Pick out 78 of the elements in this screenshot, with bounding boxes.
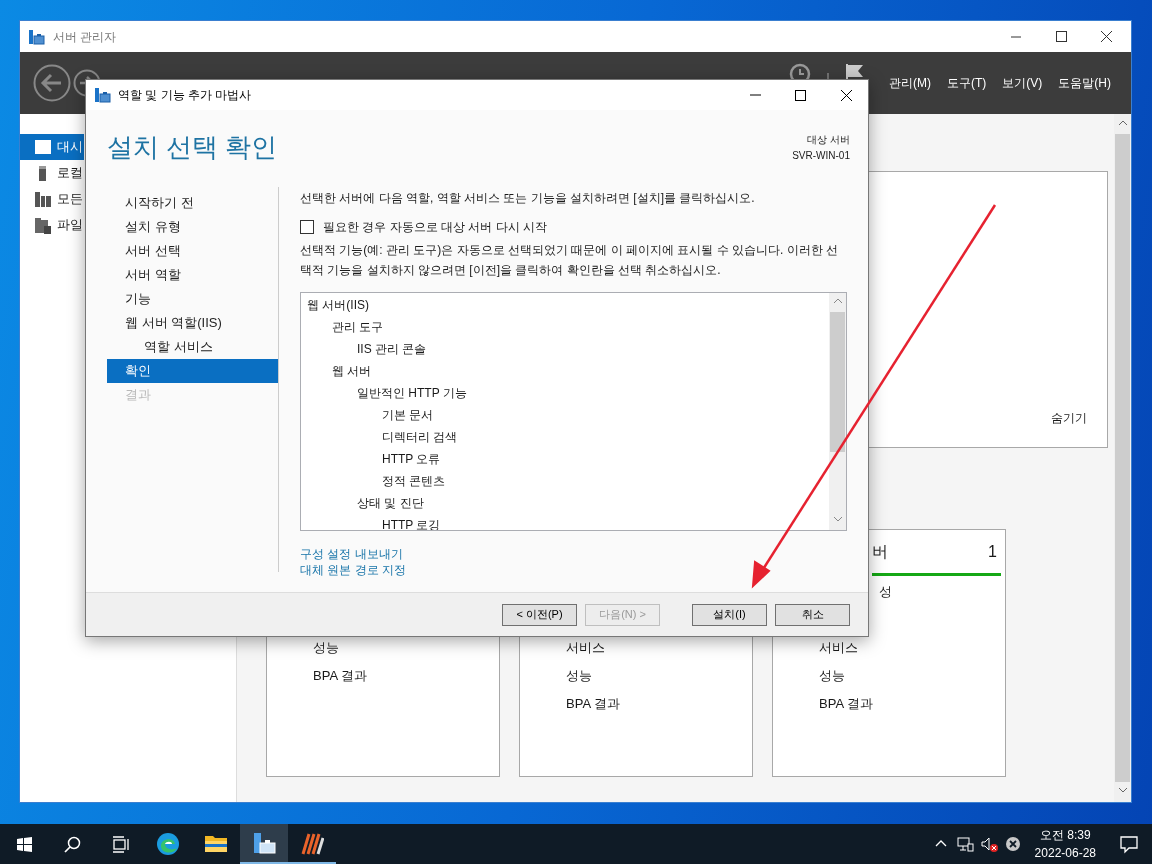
target-server-name: SVR-WIN-01 xyxy=(792,149,850,163)
tile-link[interactable]: 서비스 xyxy=(566,634,748,662)
feature-item: 웹 서버(IIS) xyxy=(306,297,370,314)
link[interactable]: 대체 원본 경로 지정 xyxy=(300,562,406,578)
feature-item: HTTP 로깅 xyxy=(381,517,442,530)
menu-item[interactable]: 도움말(H) xyxy=(1050,74,1119,92)
app-icon xyxy=(94,87,111,103)
dashboard-icon xyxy=(34,138,52,156)
network-icon[interactable] xyxy=(955,835,974,853)
scrollbar[interactable] xyxy=(829,293,846,530)
wizard-step[interactable]: 시작하기 전 xyxy=(107,191,278,215)
tile-link[interactable]: 성능 xyxy=(566,662,748,690)
start-icon[interactable] xyxy=(15,835,33,853)
search-icon[interactable] xyxy=(63,835,81,853)
target-server-label: 대상 서버 xyxy=(806,133,850,147)
clock-time[interactable]: 오전 8:39 xyxy=(1034,826,1096,844)
wizard-step: 결과 xyxy=(107,383,278,407)
page-heading: 설치 선택 확인 xyxy=(107,131,278,164)
wizard-step[interactable]: 서버 역할 xyxy=(107,263,278,287)
restart-checkbox[interactable] xyxy=(300,220,314,234)
speaker-muted-icon[interactable] xyxy=(979,835,998,853)
note-text: 선택적 기능(예: 관리 도구)은 자동으로 선택되었기 때문에 이 페이지에 표시될 수 있습니다. 이러한 선택적 기능을 설치하지 않으려면 [이전]을 클릭하여 확인란을 선택 취소하십시오. xyxy=(300,242,839,279)
feature-item: HTTP 오류 xyxy=(381,451,442,468)
sidebar-item[interactable]: 파일 xyxy=(20,212,84,238)
close-icon[interactable] xyxy=(1100,30,1113,43)
menu-item[interactable]: 보기(V) xyxy=(994,74,1051,92)
tile-title: 버 xyxy=(872,541,888,562)
feature-item: 일반적인 HTTP 기능 xyxy=(356,385,468,402)
link[interactable]: 구성 설정 내보내기 xyxy=(300,546,403,562)
notification-icon[interactable] xyxy=(1119,834,1139,854)
tile-link[interactable]: 성능 xyxy=(819,662,1001,690)
tile-link[interactable]: 성 xyxy=(879,578,1001,606)
sidebar-item[interactable]: 로컬 xyxy=(20,160,84,186)
maximize-icon[interactable] xyxy=(794,88,807,102)
server-manager-icon[interactable] xyxy=(252,832,276,856)
browser-icon[interactable] xyxy=(156,832,180,856)
app-icon xyxy=(28,28,45,45)
taskbar-button[interactable] xyxy=(240,824,288,864)
tile-count: 1 xyxy=(988,541,997,562)
tile-link[interactable]: BPA 결과 xyxy=(566,690,748,718)
menu-item[interactable]: 관리(M) xyxy=(881,74,939,92)
wizard-step[interactable]: 확인 xyxy=(107,359,278,383)
wizard-step[interactable]: 웹 서버 역할(IIS) xyxy=(107,311,278,335)
feature-item: 웹 서버 xyxy=(331,363,373,380)
servers-icon xyxy=(34,190,52,208)
close-icon[interactable] xyxy=(840,88,853,102)
app-icon[interactable] xyxy=(300,832,324,856)
menu-item[interactable]: 도구(T) xyxy=(939,74,995,92)
checkbox-label[interactable]: 필요한 경우 자동으로 대상 서버 다시 시작 xyxy=(323,218,547,236)
window-title: 서버 관리자 xyxy=(53,28,117,46)
feature-item: 상태 및 진단 xyxy=(356,495,425,512)
dialog-title: 역할 및 기능 추가 마법사 xyxy=(118,87,252,104)
wizard-button[interactable]: < 이전(P) xyxy=(502,603,577,626)
tile-link[interactable]: 성능 xyxy=(313,634,495,662)
clock-date[interactable]: 2022-06-28 xyxy=(1034,844,1096,862)
maximize-icon[interactable] xyxy=(1055,30,1068,43)
scrollbar[interactable] xyxy=(1114,114,1131,802)
folder-icon xyxy=(34,216,52,234)
tile-link[interactable]: 서비스 xyxy=(819,634,1001,662)
sidebar-item[interactable]: 대시 xyxy=(20,134,84,160)
feature-item: 디렉터리 검색 xyxy=(381,429,459,446)
wizard-button[interactable]: 설치(I) xyxy=(692,603,767,626)
hide-link[interactable]: 숨기기 xyxy=(1051,409,1087,427)
wizard-step[interactable]: 서버 선택 xyxy=(107,239,278,263)
tile-link[interactable]: BPA 결과 xyxy=(313,662,495,690)
task-view-icon[interactable] xyxy=(111,835,129,853)
wizard-button[interactable]: 취소 xyxy=(775,603,850,626)
feature-item: 관리 도구 xyxy=(331,319,385,336)
tile-link[interactable]: BPA 결과 xyxy=(819,690,1001,718)
wizard-step[interactable]: 기능 xyxy=(107,287,278,311)
feature-item: 기본 문서 xyxy=(381,407,435,424)
instruction-text: 선택한 서버에 다음 역할, 역할 서비스 또는 기능을 설치하려면 [설치]를 클릭하십시오. xyxy=(300,190,756,207)
feature-item: 정적 콘텐츠 xyxy=(381,473,447,490)
wizard-step[interactable]: 설치 유형 xyxy=(107,215,278,239)
error-icon[interactable] xyxy=(1003,835,1022,853)
wizard-step[interactable]: 역할 서비스 xyxy=(107,335,278,359)
feature-item: IIS 관리 콘솔 xyxy=(356,341,428,358)
sidebar-item[interactable]: 모든 xyxy=(20,186,84,212)
